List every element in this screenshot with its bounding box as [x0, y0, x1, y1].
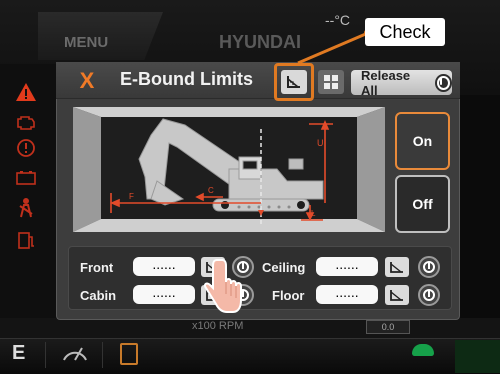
status-divider	[102, 342, 103, 368]
check-callout: Check	[365, 18, 445, 46]
turtle-icon	[412, 344, 434, 356]
rpm-label: x100 RPM	[192, 320, 244, 332]
ceiling-value-field[interactable]: ......	[316, 257, 378, 276]
cabin-marker: C	[208, 186, 214, 195]
hand-pointer-icon	[203, 259, 242, 313]
seatbelt-icon	[14, 196, 38, 220]
ceiling-label: Ceiling	[262, 260, 306, 275]
diagram-frame-right	[357, 107, 385, 232]
floor-label: Floor	[272, 288, 305, 303]
floor-set-button[interactable]	[385, 285, 409, 305]
front-value-field[interactable]: ......	[133, 257, 195, 276]
front-label: Front	[80, 260, 114, 275]
ceiling-marker: U	[317, 138, 324, 148]
ceiling-set-button[interactable]	[385, 257, 409, 277]
eco-mode-tile	[455, 340, 500, 373]
cabin-label: Cabin	[80, 288, 117, 303]
off-button[interactable]: Off	[395, 175, 450, 233]
brake-icon	[14, 136, 38, 160]
on-button[interactable]: On	[395, 112, 450, 170]
fuel-icon	[14, 228, 38, 252]
mode-indicator: E	[12, 342, 26, 364]
lock-icon	[120, 343, 138, 365]
status-divider	[45, 342, 46, 368]
ceiling-release-button[interactable]	[418, 256, 440, 278]
cabin-value-field[interactable]: ......	[133, 285, 195, 304]
set-limit-icon	[390, 262, 403, 273]
floor-value-field[interactable]: ......	[316, 285, 378, 304]
diagram-frame-left	[73, 107, 101, 232]
set-limit-icon	[390, 290, 403, 301]
power-icon	[423, 261, 435, 273]
front-marker: F	[129, 192, 134, 201]
floor-marker: L	[311, 209, 316, 218]
gauge-strip	[0, 318, 500, 338]
gauge-readout: 0.0	[366, 320, 410, 334]
wiper-icon	[62, 342, 88, 369]
floor-release-button[interactable]	[418, 284, 440, 306]
excavator-diagram: U L F C	[73, 107, 385, 232]
diagram-frame-bottom	[73, 219, 385, 232]
battery-icon	[14, 166, 38, 190]
power-icon	[423, 289, 435, 301]
